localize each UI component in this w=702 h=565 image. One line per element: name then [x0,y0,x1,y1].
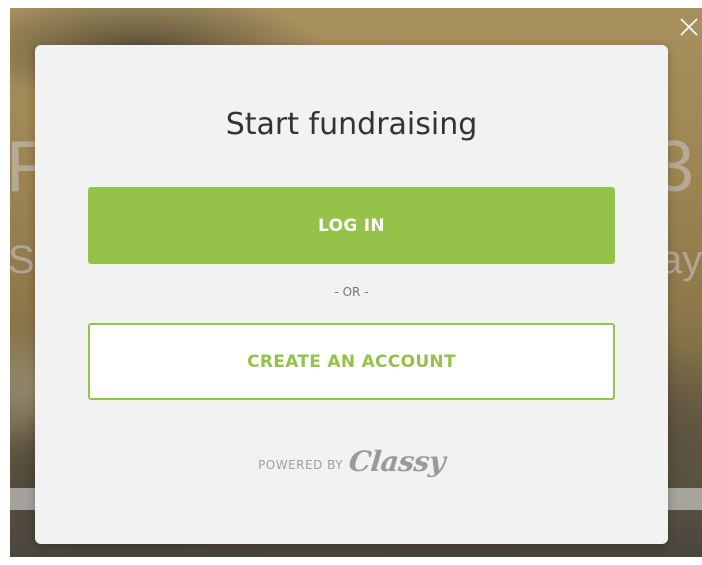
screen: F 3 Se ay Start fundraising LOG IN - OR … [0,0,702,565]
log-in-button[interactable]: LOG IN [88,187,615,264]
close-icon [680,18,698,36]
powered-by-text: POWERED BY [258,457,344,472]
powered-by-footer: POWERED BY Classy [35,445,668,478]
fundraising-modal: Start fundraising LOG IN - OR - CREATE A… [35,45,668,544]
create-account-button[interactable]: CREATE AN ACCOUNT [88,323,615,400]
classy-logo: Classy [347,445,447,478]
modal-title: Start fundraising [225,107,478,142]
or-separator: - OR - [334,285,369,299]
close-button[interactable] [676,14,702,40]
